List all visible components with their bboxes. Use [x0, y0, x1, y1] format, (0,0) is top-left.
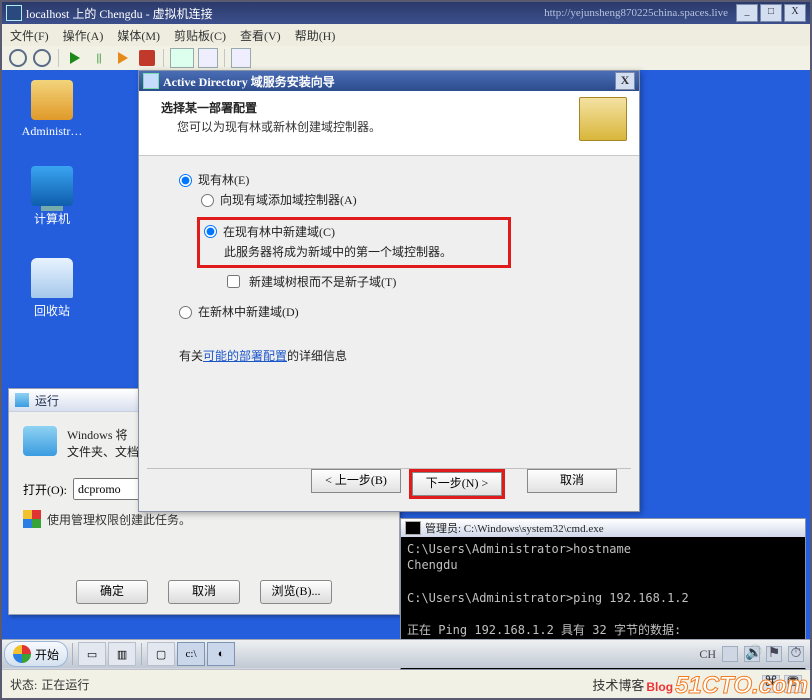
checkbox-new-tree-label: 新建域树根而不是新子域(T) [249, 272, 396, 292]
ime-indicator[interactable]: CH [699, 647, 716, 662]
taskbar-item-cmd[interactable]: c:\ [177, 642, 205, 666]
cmd-title: 管理员: C:\Windows\system32\cmd.exe [425, 520, 604, 536]
wizard-subheading: 您可以为现有林或新林创建域控制器。 [161, 118, 561, 135]
guest-taskbar: 开始 ▭ ▥ ▢ c:\ ◐ CH 🔊 ⚑ ⏱ [2, 639, 810, 668]
run-title: 运行 [35, 392, 59, 409]
wizard-back-button[interactable]: < 上一步(B) [311, 469, 401, 493]
system-tray: CH 🔊 ⚑ ⏱ [693, 646, 810, 662]
menu-media[interactable]: 媒体(M) [117, 27, 160, 44]
menu-help[interactable]: 帮助(H) [295, 27, 336, 44]
checkbox-new-tree[interactable]: 新建域树根而不是新子域(T) [223, 272, 611, 292]
pause-icon[interactable]: || [89, 48, 109, 68]
windows-orb-icon [13, 645, 31, 663]
checkbox-new-tree-input[interactable] [227, 275, 240, 288]
radio-existing-forest[interactable]: 现有林(E) [179, 170, 611, 190]
start-label: 开始 [35, 646, 59, 663]
fullscreen-icon[interactable] [231, 48, 251, 68]
tray-sound-icon[interactable]: 🔊 [744, 646, 760, 662]
taskbar-item-run[interactable]: ▢ [147, 642, 175, 666]
toolbar-separator [224, 49, 225, 67]
wizard-cancel-button[interactable]: 取消 [527, 469, 617, 493]
wizard-more-link[interactable]: 可能的部署配置 [203, 349, 287, 363]
toolbar-separator [163, 49, 164, 67]
radio-new-domain[interactable]: 在现有林中新建域(C) [204, 222, 504, 242]
vm-toolbar: || [2, 46, 810, 71]
cmd-icon [405, 521, 421, 535]
desktop-icon-label: 计算机 [12, 210, 92, 227]
desktop-icon-administrator[interactable]: Administr… [12, 80, 92, 139]
stop-icon[interactable] [139, 50, 155, 66]
wizard-next-button[interactable]: 下一步(N) > [412, 472, 502, 496]
ad-wizard: Active Directory 域服务安装向导 X 选择某一部署配置 您可以为… [138, 70, 640, 512]
run-desc-2: 文件夹、文档 [67, 443, 139, 460]
run-ok-button[interactable]: 确定 [76, 580, 148, 604]
radio-add-dc[interactable]: 向现有域添加域控制器(A) [201, 190, 611, 210]
start-button[interactable]: 开始 [4, 641, 68, 667]
vm-title-bar: localhost 上的 Chengdu - 虚拟机连接 http://yeju… [2, 2, 810, 24]
menu-file[interactable]: 文件(F) [10, 27, 49, 44]
radio-add-dc-input[interactable] [201, 194, 214, 207]
vm-menubar: 文件(F) 操作(A) 媒体(M) 剪贴板(C) 查看(V) 帮助(H) [2, 24, 810, 47]
ctrl-alt-del-icon[interactable] [32, 48, 52, 68]
status-label: 状态: [10, 676, 37, 693]
overlay-url: http://yejunsheng870225china.spaces.live [544, 7, 728, 19]
settings-icon[interactable] [8, 48, 28, 68]
radio-new-forest-label: 在新林中新建域(D) [198, 302, 299, 322]
radio-existing-forest-input[interactable] [179, 174, 192, 187]
tray-clock-icon[interactable]: ⏱ [788, 646, 804, 662]
quicklaunch-server-icon[interactable]: ▥ [108, 642, 136, 666]
run-desc-1: Windows 将 [67, 426, 139, 443]
radio-add-dc-label: 向现有域添加域控制器(A) [220, 190, 357, 210]
toolbar-separator [58, 49, 59, 67]
run-icon [15, 393, 29, 407]
status-text: 正在运行 [41, 676, 89, 693]
vm-title-text: localhost 上的 Chengdu - 虚拟机连接 [26, 5, 213, 22]
radio-new-forest[interactable]: 在新林中新建域(D) [179, 302, 611, 322]
desktop-icon-computer[interactable]: 计算机 [12, 166, 92, 227]
wizard-icon [143, 73, 159, 89]
wizard-title: Active Directory 域服务安装向导 [163, 73, 335, 90]
radio-new-domain-input[interactable] [204, 225, 217, 238]
play-icon[interactable] [65, 48, 85, 68]
menu-action[interactable]: 操作(A) [63, 27, 104, 44]
wizard-header: 选择某一部署配置 您可以为现有林或新林创建域控制器。 [139, 91, 639, 156]
vm-icon [6, 5, 22, 21]
wizard-book-icon [579, 97, 627, 141]
radio-new-forest-input[interactable] [179, 306, 192, 319]
shield-icon [23, 510, 41, 528]
run-app-icon [23, 426, 57, 456]
wizard-more-info: 有关可能的部署配置的详细信息 [179, 346, 611, 366]
menu-view[interactable]: 查看(V) [240, 27, 281, 44]
tray-flag-icon[interactable]: ⚑ [766, 646, 782, 662]
radio-new-domain-label: 在现有林中新建域(C) [223, 222, 335, 242]
radio-new-domain-desc: 此服务器将成为新域中的第一个域控制器。 [224, 242, 504, 262]
radio-existing-forest-label: 现有林(E) [198, 170, 249, 190]
desktop-icon-label: Administr… [12, 124, 92, 139]
minimize-button[interactable]: _ [736, 4, 758, 22]
highlight-next: 下一步(N) > [409, 469, 505, 499]
guest-desktop[interactable]: Administr… 计算机 回收站 运行 Windows 将 文件夹、文档 [2, 70, 810, 646]
run-browse-button[interactable]: 浏览(B)... [260, 580, 332, 604]
tray-network-icon[interactable] [722, 646, 738, 662]
status-disk-icon: ⛃ [784, 675, 802, 693]
maximize-button[interactable]: □ [760, 4, 782, 22]
highlight-new-domain: 在现有林中新建域(C) 此服务器将成为新域中的第一个域控制器。 [197, 217, 511, 268]
run-cancel-button[interactable]: 取消 [168, 580, 240, 604]
run-open-label: 打开(O): [23, 481, 67, 498]
wizard-heading: 选择某一部署配置 [161, 99, 561, 116]
wizard-close-button[interactable]: X [615, 72, 635, 90]
run-shield-text: 使用管理权限创建此任务。 [47, 511, 191, 528]
quicklaunch-desktop-icon[interactable]: ▭ [78, 642, 106, 666]
revert-icon[interactable] [198, 48, 218, 68]
desktop-icon-recycle[interactable]: 回收站 [12, 258, 92, 319]
snapshot-icon[interactable] [170, 48, 194, 68]
menu-clipboard[interactable]: 剪贴板(C) [174, 27, 226, 44]
close-button[interactable]: X [784, 4, 806, 22]
status-nic-icon: ⌘ [762, 675, 780, 693]
desktop-icon-label: 回收站 [12, 302, 92, 319]
vm-statusbar: 状态: 正在运行 ⌘ ⛃ [2, 669, 810, 698]
play-alt-icon[interactable] [113, 48, 133, 68]
wizard-content: 现有林(E) 向现有域添加域控制器(A) 在现有林中新建域(C) 此服务器将成为… [139, 156, 639, 367]
taskbar-item-wizard[interactable]: ◐ [207, 642, 235, 666]
